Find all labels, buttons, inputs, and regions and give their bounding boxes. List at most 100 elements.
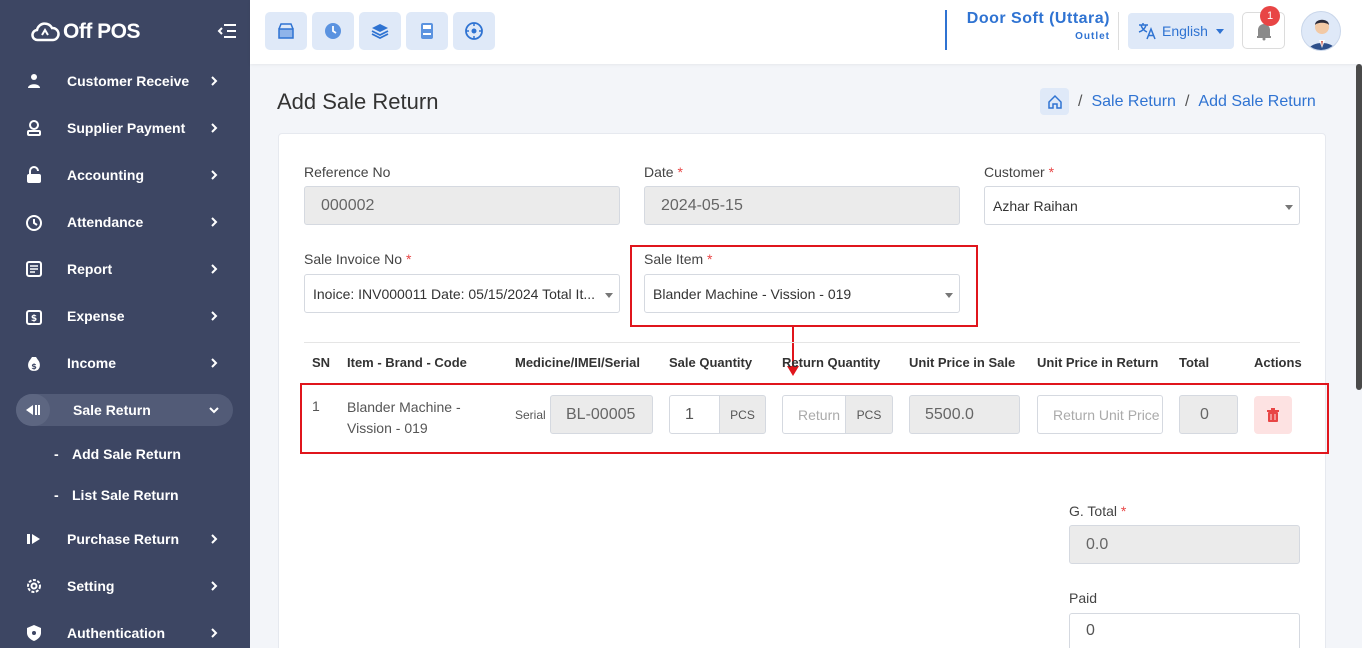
gear-icon — [24, 576, 44, 596]
clock-icon — [24, 212, 44, 232]
chevron-right-icon — [211, 580, 218, 591]
sidebar-item-purchase-return[interactable]: Purchase Return — [0, 515, 250, 562]
serial-input[interactable]: BL-00005 — [550, 395, 653, 434]
supplier-payment-icon — [24, 118, 44, 138]
purchase-return-icon — [24, 529, 44, 549]
table-header-divider — [304, 342, 1300, 343]
logo[interactable]: Off POS — [30, 20, 141, 44]
column-header-unit-price-return: Unit Price in Return — [1037, 355, 1159, 370]
customer-label: Customer * — [984, 164, 1055, 180]
invoice-label: Sale Invoice No * — [304, 251, 412, 267]
sale-quantity-unit: PCS — [719, 395, 766, 434]
customer-select[interactable]: Azhar Raihan — [984, 186, 1300, 225]
row-total-input[interactable]: 0 — [1179, 395, 1238, 434]
layers-shortcut-button[interactable] — [359, 12, 401, 50]
translate-icon — [1138, 23, 1156, 40]
submenu-item-list-sale-return[interactable]: - List Sale Return — [0, 474, 250, 515]
date-input[interactable]: 2024-05-15 — [644, 186, 960, 225]
logo-bar: Off POS — [0, 0, 250, 64]
pos-icon — [278, 23, 294, 39]
shield-icon — [24, 623, 44, 643]
chevron-right-icon — [211, 627, 218, 638]
svg-text:$: $ — [31, 362, 37, 371]
cloud-logo-icon — [31, 22, 60, 42]
sidebar-item-label: Purchase Return — [67, 530, 180, 547]
page-scrollbar[interactable] — [1356, 64, 1362, 390]
reference-label: Reference No — [304, 164, 391, 180]
svg-text:$: $ — [31, 314, 37, 324]
column-header-total: Total — [1179, 355, 1210, 370]
unit-price-return-input[interactable]: Return Unit Price — [1037, 395, 1163, 434]
row-item-line2: Vission - 019 — [347, 420, 428, 436]
sale-return-icon — [23, 400, 43, 420]
chevron-right-icon — [211, 357, 218, 368]
customer-select-value: Azhar Raihan — [993, 197, 1078, 214]
outlet-info[interactable]: Door Soft (Uttara) Outlet — [945, 10, 1110, 50]
language-dropdown[interactable]: English — [1128, 13, 1234, 49]
return-quantity-input[interactable]: Return — [782, 395, 847, 434]
calculator-shortcut-button[interactable] — [406, 12, 448, 50]
sidebar-item-attendance[interactable]: Attendance — [0, 198, 250, 245]
chevron-right-icon — [211, 122, 218, 133]
sidebar-item-sale-return[interactable]: Sale Return — [0, 386, 250, 433]
breadcrumb-item-add-sale-return[interactable]: Add Sale Return — [1198, 93, 1315, 111]
notification-badge: 1 — [1260, 6, 1280, 26]
sidebar-item-report[interactable]: Report — [0, 245, 250, 292]
breadcrumb-home-button[interactable] — [1040, 88, 1069, 115]
dashboard-shortcut-button[interactable] — [453, 12, 495, 50]
logo-text: Off POS — [63, 20, 141, 43]
chevron-right-icon — [211, 216, 218, 227]
top-header: Door Soft (Uttara) Outlet English 1 — [250, 0, 1362, 64]
breadcrumb-separator: / — [1078, 92, 1083, 110]
sidebar-item-label: Accounting — [67, 166, 144, 183]
lock-icon — [24, 165, 44, 185]
layers-icon — [371, 24, 389, 40]
sidebar-item-setting[interactable]: Setting — [0, 562, 250, 609]
calculator-icon — [421, 23, 433, 39]
delete-row-button[interactable] — [1254, 396, 1292, 434]
invoice-select[interactable]: Inoice: INV000011 Date: 05/15/2024 Total… — [304, 274, 620, 313]
sidebar-item-expense[interactable]: $ Expense — [0, 292, 250, 339]
submenu-item-label: List Sale Return — [72, 486, 179, 503]
clock-shortcut-button[interactable] — [312, 12, 354, 50]
pos-shortcut-button[interactable] — [265, 12, 307, 50]
sidebar-item-label: Report — [67, 260, 113, 277]
sale-quantity-input[interactable]: 1 — [669, 395, 721, 434]
sidebar-item-label: Sale Return — [73, 401, 151, 418]
sidebar-item-label: Attendance — [67, 213, 144, 230]
chevron-right-icon — [211, 75, 218, 86]
customer-receive-icon — [24, 71, 44, 91]
sidebar-item-authentication[interactable]: Authentication — [0, 609, 250, 648]
column-header-sn: SN — [312, 355, 331, 370]
sidebar-item-income[interactable]: $ Income — [0, 339, 250, 386]
sidebar-item-accounting[interactable]: Accounting — [0, 151, 250, 198]
chevron-right-icon — [211, 169, 218, 180]
sidebar-collapse-icon[interactable] — [216, 20, 238, 42]
unit-price-sale-input[interactable]: 5500.0 — [909, 395, 1020, 434]
sidebar: Off POS Customer Receive Supplier Paymen… — [0, 0, 250, 648]
page-title: Add Sale Return — [277, 89, 439, 114]
reference-input[interactable]: 000002 — [304, 186, 620, 225]
avatar[interactable] — [1301, 11, 1341, 51]
sidebar-item-label: Authentication — [67, 624, 165, 641]
gtotal-input[interactable]: 0.0 — [1069, 525, 1300, 564]
trash-icon — [1267, 408, 1279, 422]
caret-down-icon — [605, 293, 613, 298]
report-icon — [24, 259, 44, 279]
sidebar-item-label: Customer Receive — [67, 72, 190, 89]
column-header-sale-quantity: Sale Quantity — [669, 355, 753, 370]
submenu-item-add-sale-return[interactable]: - Add Sale Return — [0, 433, 250, 474]
row-item-name: Blander Machine - Vission - 019 — [347, 397, 461, 439]
dashboard-icon — [465, 22, 483, 40]
sidebar-item-supplier-payment[interactable]: Supplier Payment — [0, 104, 250, 151]
submenu-dash: - — [54, 445, 59, 462]
invoice-select-value: Inoice: INV000011 Date: 05/15/2024 Total… — [313, 285, 596, 302]
sidebar-item-label: Supplier Payment — [67, 119, 186, 136]
sidebar-item-customer-receive[interactable]: Customer Receive — [0, 57, 250, 104]
chevron-right-icon — [211, 263, 218, 274]
breadcrumb-item-sale-return[interactable]: Sale Return — [1091, 93, 1176, 111]
sidebar-item-label: Income — [67, 354, 117, 371]
header-divider — [1118, 12, 1119, 50]
chevron-down-icon — [209, 406, 219, 413]
paid-input[interactable]: 0 — [1069, 613, 1300, 648]
